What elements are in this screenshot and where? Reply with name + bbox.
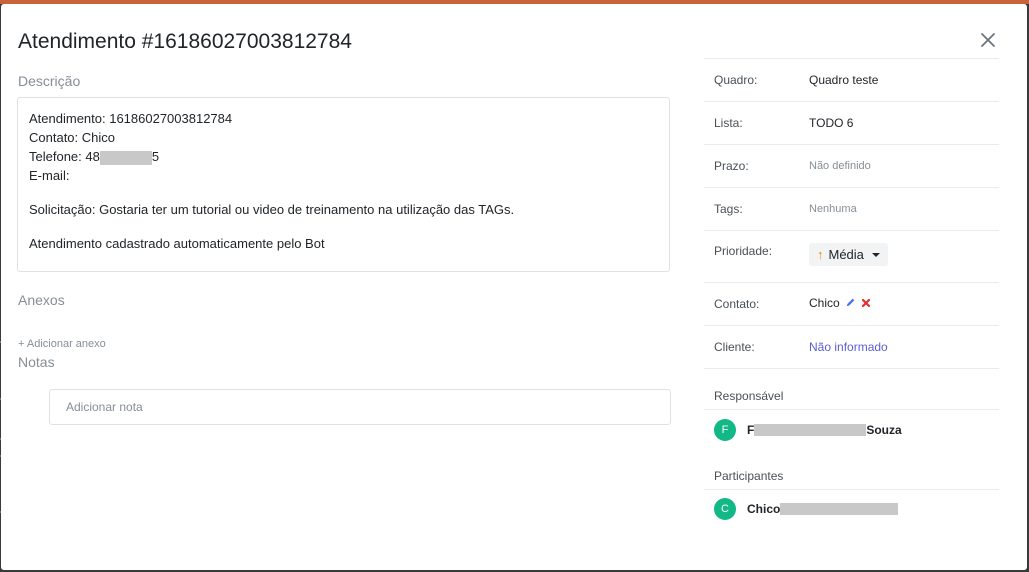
details-panel: Quadro: Quadro teste Lista: TODO 6 Prazo… bbox=[704, 58, 999, 369]
detail-value-lista[interactable]: TODO 6 bbox=[809, 116, 853, 130]
avatar: C bbox=[714, 498, 736, 520]
description-label: Descrição bbox=[18, 73, 81, 89]
details-bottom-divider bbox=[704, 368, 999, 369]
redacted-block bbox=[780, 503, 899, 515]
detail-key-quadro: Quadro: bbox=[714, 73, 758, 87]
detail-value-tags[interactable]: Nenhuma bbox=[809, 203, 857, 215]
close-button[interactable] bbox=[978, 30, 998, 50]
detail-value-contato: Chico bbox=[809, 296, 840, 310]
close-icon bbox=[981, 33, 995, 47]
description-box[interactable]: Atendimento: 16186027003812784 Contato: … bbox=[17, 97, 670, 272]
responsavel-name-suffix: Souza bbox=[866, 423, 902, 437]
description-line-email: E-mail: bbox=[29, 168, 70, 183]
responsavel-name-prefix: F bbox=[747, 423, 755, 437]
detail-value-contato-wrap: Chico bbox=[809, 296, 871, 311]
detail-row-prioridade: Prioridade: ↑ Média bbox=[704, 230, 999, 282]
participant-person[interactable]: C Chico bbox=[714, 498, 899, 520]
detail-value-prioridade: ↑ Média bbox=[809, 243, 888, 266]
edit-contact-button[interactable] bbox=[845, 297, 856, 311]
detail-row-quadro: Quadro: Quadro teste bbox=[704, 58, 999, 101]
detail-key-cliente: Cliente: bbox=[714, 340, 755, 354]
detail-row-contato: Contato: Chico bbox=[704, 282, 999, 325]
detail-key-contato: Contato: bbox=[714, 297, 760, 311]
telefone-suffix: 5 bbox=[151, 149, 160, 164]
detail-key-prazo: Prazo: bbox=[714, 159, 749, 173]
caret-down-icon bbox=[871, 252, 880, 257]
detail-key-lista: Lista: bbox=[714, 116, 743, 130]
telefone-prefix: Telefone: 48 bbox=[29, 149, 100, 164]
detail-row-lista: Lista: TODO 6 bbox=[704, 101, 999, 144]
description-line-atendimento: Atendimento: 16186027003812784 bbox=[29, 111, 233, 126]
notes-label: Notas bbox=[18, 354, 55, 370]
description-line-telefone: Telefone: 48 5 bbox=[29, 147, 658, 166]
add-note-input[interactable] bbox=[49, 389, 671, 425]
responsavel-person[interactable]: F F Souza bbox=[714, 419, 902, 441]
priority-label: Média bbox=[828, 247, 864, 262]
detail-row-cliente: Cliente: Não informado bbox=[704, 325, 999, 368]
add-attachment-link[interactable]: + Adicionar anexo bbox=[18, 338, 106, 350]
participant-name: Chico bbox=[747, 502, 781, 516]
participantes-label: Participantes bbox=[714, 469, 784, 483]
detail-key-tags: Tags: bbox=[714, 202, 743, 216]
x-icon bbox=[862, 298, 871, 307]
detail-value-prazo[interactable]: Não definido bbox=[809, 160, 871, 172]
ticket-modal: Atendimento #16186027003812784 Descrição… bbox=[1, 4, 1027, 570]
redacted-block bbox=[99, 150, 152, 165]
priority-dropdown[interactable]: ↑ Média bbox=[809, 243, 888, 266]
remove-contact-button[interactable] bbox=[861, 297, 871, 311]
modal-title: Atendimento #16186027003812784 bbox=[18, 30, 352, 53]
detail-row-prazo: Prazo: Não definido bbox=[704, 144, 999, 187]
attachments-label: Anexos bbox=[18, 292, 65, 308]
avatar: F bbox=[714, 419, 736, 441]
responsavel-divider bbox=[704, 409, 999, 410]
participantes-divider bbox=[704, 489, 999, 490]
detail-row-tags: Tags: Nenhuma bbox=[704, 187, 999, 230]
responsavel-label: Responsável bbox=[714, 389, 784, 403]
detail-value-cliente[interactable]: Não informado bbox=[809, 340, 888, 354]
description-line-contato: Contato: Chico bbox=[29, 130, 115, 145]
redacted-block bbox=[754, 424, 867, 436]
pencil-icon bbox=[846, 298, 855, 306]
detail-key-prioridade: Prioridade: bbox=[714, 244, 773, 258]
description-line-bot: Atendimento cadastrado automaticamente p… bbox=[29, 236, 325, 251]
description-line-solicitacao: Solicitação: Gostaria ter um tutorial ou… bbox=[29, 202, 515, 217]
arrow-up-icon: ↑ bbox=[817, 247, 824, 262]
detail-value-quadro[interactable]: Quadro teste bbox=[809, 73, 878, 87]
